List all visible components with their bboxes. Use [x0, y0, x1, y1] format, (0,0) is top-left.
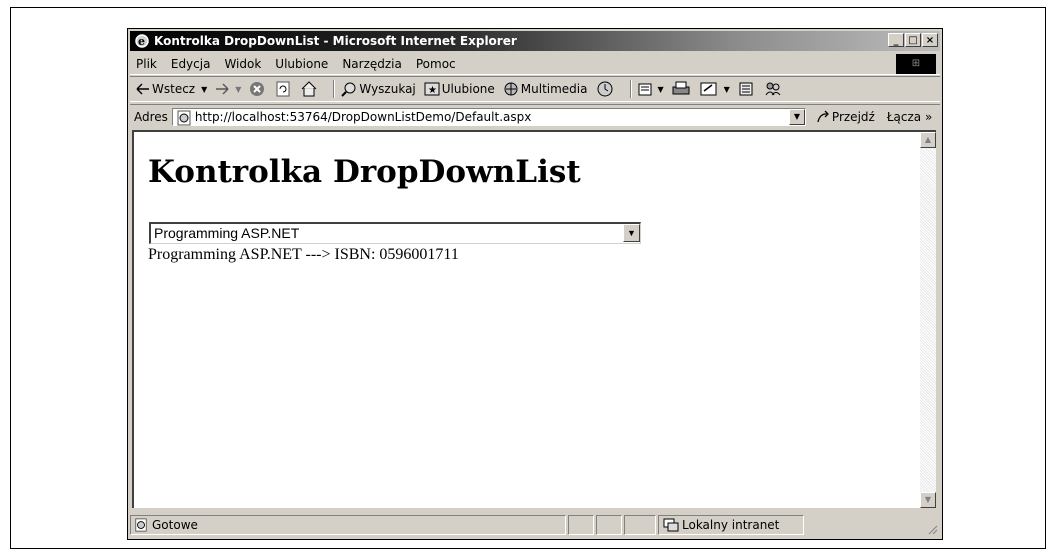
multimedia-button[interactable]: Multimedia: [503, 81, 588, 97]
close-button[interactable]: ×: [922, 33, 938, 47]
favorites-button[interactable]: ★ Ulubione: [424, 82, 495, 96]
window-title: Kontrolka DropDownList - Microsoft Inter…: [154, 34, 517, 48]
page-content: Kontrolka DropDownList Programming ASP.N…: [132, 130, 936, 508]
back-button[interactable]: Wstecz ▼: [136, 82, 207, 96]
scroll-up-icon[interactable]: ▲: [920, 132, 936, 148]
status-panel-empty: [568, 515, 594, 535]
minimize-button[interactable]: _: [888, 33, 904, 47]
title-bar[interactable]: e Kontrolka DropDownList - Microsoft Int…: [130, 31, 940, 51]
status-panel-empty: [624, 515, 656, 535]
forward-arrow-icon: [216, 83, 229, 95]
svg-text:★: ★: [428, 85, 437, 96]
forward-button[interactable]: ▼: [215, 83, 241, 95]
history-icon: [597, 81, 612, 97]
address-label: Adres: [134, 109, 168, 124]
status-panel-empty: [596, 515, 622, 535]
page-heading: Kontrolka DropDownList: [148, 154, 581, 190]
browser-window: e Kontrolka DropDownList - Microsoft Int…: [127, 28, 943, 540]
chevron-down-icon[interactable]: ▼: [724, 85, 730, 94]
menu-edycja[interactable]: Edycja: [171, 57, 211, 71]
menu-bar: Plik Edycja Widok Ulubione Narzędzia Pom…: [130, 53, 940, 75]
resize-grip-icon[interactable]: [926, 523, 938, 535]
maximize-button[interactable]: □: [905, 33, 921, 47]
menu-plik[interactable]: Plik: [136, 57, 157, 71]
menu-widok[interactable]: Widok: [224, 57, 261, 71]
svg-text:e: e: [138, 35, 145, 48]
page-icon: [135, 518, 147, 532]
print-button[interactable]: [672, 81, 692, 97]
address-bar: Adres http://localhost:53764/DropDownLis…: [130, 104, 940, 128]
refresh-button[interactable]: [275, 81, 293, 97]
vertical-scrollbar[interactable]: ▲ ▼: [920, 132, 936, 508]
messenger-button[interactable]: [764, 81, 784, 97]
mail-button[interactable]: ▼: [638, 81, 664, 97]
discuss-icon: [739, 82, 753, 96]
go-arrow-icon: [817, 110, 829, 122]
toolbar: Wstecz ▼ ▼ Wyszukaj ★ Ulubione Multimedi…: [130, 76, 940, 102]
favorites-label: Ulubione: [441, 82, 495, 96]
discuss-button[interactable]: [738, 81, 756, 97]
back-arrow-icon: [136, 83, 149, 95]
menu-ulubione[interactable]: Ulubione: [275, 57, 328, 71]
address-dropdown-icon[interactable]: ▼: [788, 108, 805, 125]
multimedia-icon: [504, 82, 518, 96]
page-icon: [177, 110, 191, 125]
windows-logo-icon: ⊞: [896, 54, 936, 74]
status-bar: Gotowe Lokalny intranet: [130, 513, 940, 537]
edit-button[interactable]: ▼: [700, 81, 730, 97]
stop-button[interactable]: [249, 81, 267, 97]
history-button[interactable]: [596, 81, 616, 97]
home-button[interactable]: [301, 81, 319, 97]
toolbar-separator: [629, 80, 632, 98]
edit-icon: [700, 82, 717, 96]
search-button[interactable]: Wyszukaj: [341, 81, 416, 97]
address-input[interactable]: http://localhost:53764/DropDownListDemo/…: [171, 107, 806, 126]
scroll-down-icon[interactable]: ▼: [920, 492, 936, 508]
favorites-icon: ★: [424, 82, 440, 96]
refresh-icon: [276, 81, 290, 97]
window-controls: _ □ ×: [887, 33, 938, 47]
messenger-icon: [765, 82, 781, 96]
intranet-icon: [663, 518, 679, 532]
links-button[interactable]: Łącza »: [887, 110, 933, 124]
status-text: Gotowe: [152, 518, 198, 532]
home-icon: [302, 81, 317, 97]
go-button[interactable]: Przejdź: [816, 110, 875, 124]
multimedia-label: Multimedia: [520, 82, 588, 96]
toolbar-separator: [333, 80, 336, 98]
print-icon: [672, 81, 690, 95]
back-label: Wstecz: [152, 82, 196, 96]
status-zone-panel: Lokalny intranet: [658, 515, 804, 535]
ie-icon: e: [135, 34, 149, 48]
mail-icon: [638, 83, 651, 96]
result-label: Programming ASP.NET ---> ISBN: 059600171…: [148, 246, 459, 263]
menu-pomoc[interactable]: Pomoc: [416, 57, 456, 71]
dropdown-selected-value: Programming ASP.NET: [154, 225, 300, 241]
search-icon: [341, 82, 356, 97]
go-label: Przejdź: [831, 109, 875, 124]
status-main-panel: Gotowe: [130, 515, 566, 535]
chevron-down-icon[interactable]: ▼: [235, 85, 241, 94]
address-url: http://localhost:53764/DropDownListDemo/…: [194, 109, 532, 124]
chevron-down-icon[interactable]: ▼: [658, 85, 664, 94]
menu-narzedzia[interactable]: Narzędzia: [342, 57, 402, 71]
search-label: Wyszukaj: [359, 82, 416, 96]
dropdown-arrow-icon[interactable]: ▼: [623, 224, 640, 242]
stop-icon: [250, 82, 265, 96]
book-dropdown[interactable]: Programming ASP.NET ▼: [149, 222, 641, 244]
status-zone: Lokalny intranet: [682, 518, 780, 532]
chevron-down-icon[interactable]: ▼: [201, 85, 207, 94]
